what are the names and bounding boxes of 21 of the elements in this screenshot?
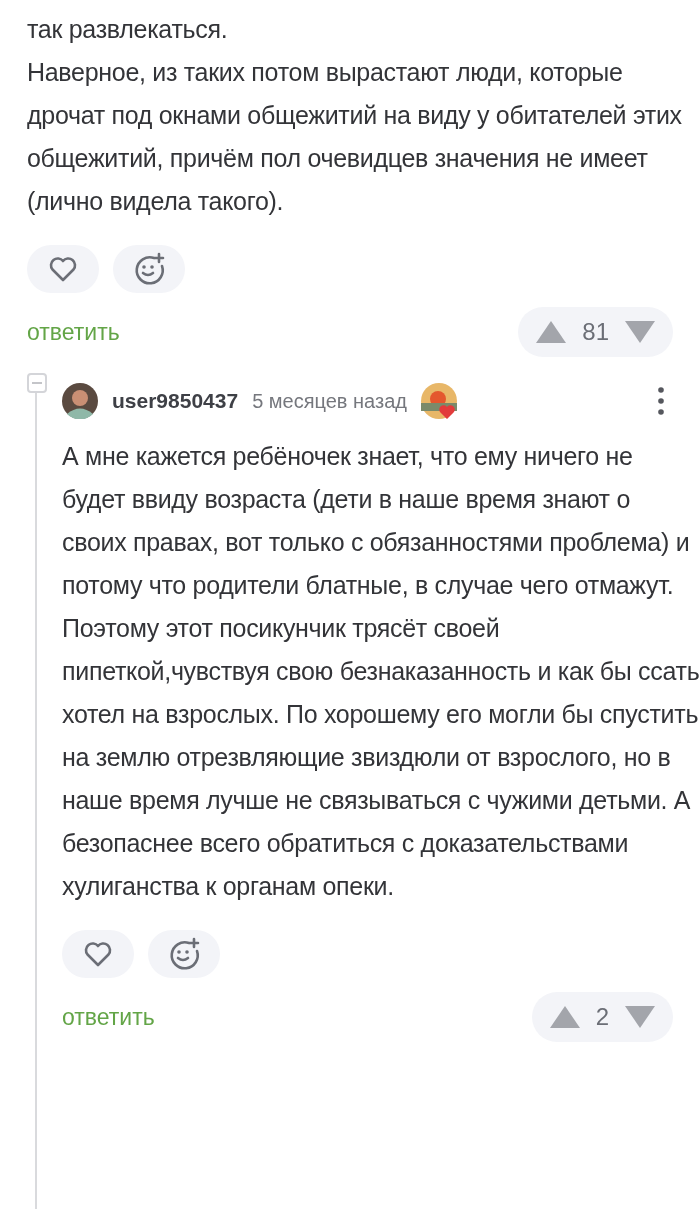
award-icon (420, 383, 457, 419)
heart-icon (84, 941, 112, 967)
comment-text: так развлекаться. (27, 14, 229, 45)
comment-text: А мне кажется ребёночек знает, что ему ничего не будет ввиду возраста (дети в наше время знают о своих правах, вот только с обязанностями проблема) и потому что родители блатные, в случае чего отмажут. Поэтому этот посикунчик трясёт своей пипеткой,чувствуя свою безнаказанность и как бы ссать хотел на взрослых. По хорошему его могли бы спустить на землю отрезвляющие звиздюли от взрослого, но в наше время лучше не связываться с чужими детьми. А безопаснее всего обратиться с доказательствами хулиганства к органам опеки. (62, 441, 700, 902)
timestamp: 5 месяцев назад (252, 389, 407, 414)
reaction-button[interactable] (148, 930, 220, 978)
minus-icon (32, 382, 42, 384)
avatar[interactable] (62, 383, 98, 419)
more-options-icon[interactable] (658, 387, 664, 415)
username[interactable]: user9850437 (112, 385, 239, 417)
reply-link[interactable]: ответить (27, 314, 120, 350)
reply-link[interactable]: ответить (62, 999, 155, 1035)
heart-icon (49, 256, 77, 282)
reaction-button[interactable] (113, 245, 185, 293)
score: 81 (582, 317, 609, 347)
like-button[interactable] (27, 245, 99, 293)
comment-text: Наверное, из таких потом вырастают люди, которые дрочат под окнами общежитий на виду у обитателей этих общежитий, причём пол очевидцев значения не имеет (лично видела такого). (27, 57, 683, 217)
score: 2 (595, 1002, 609, 1032)
add-reaction-icon (132, 252, 166, 286)
like-button[interactable] (62, 930, 134, 978)
add-reaction-icon (167, 937, 201, 971)
